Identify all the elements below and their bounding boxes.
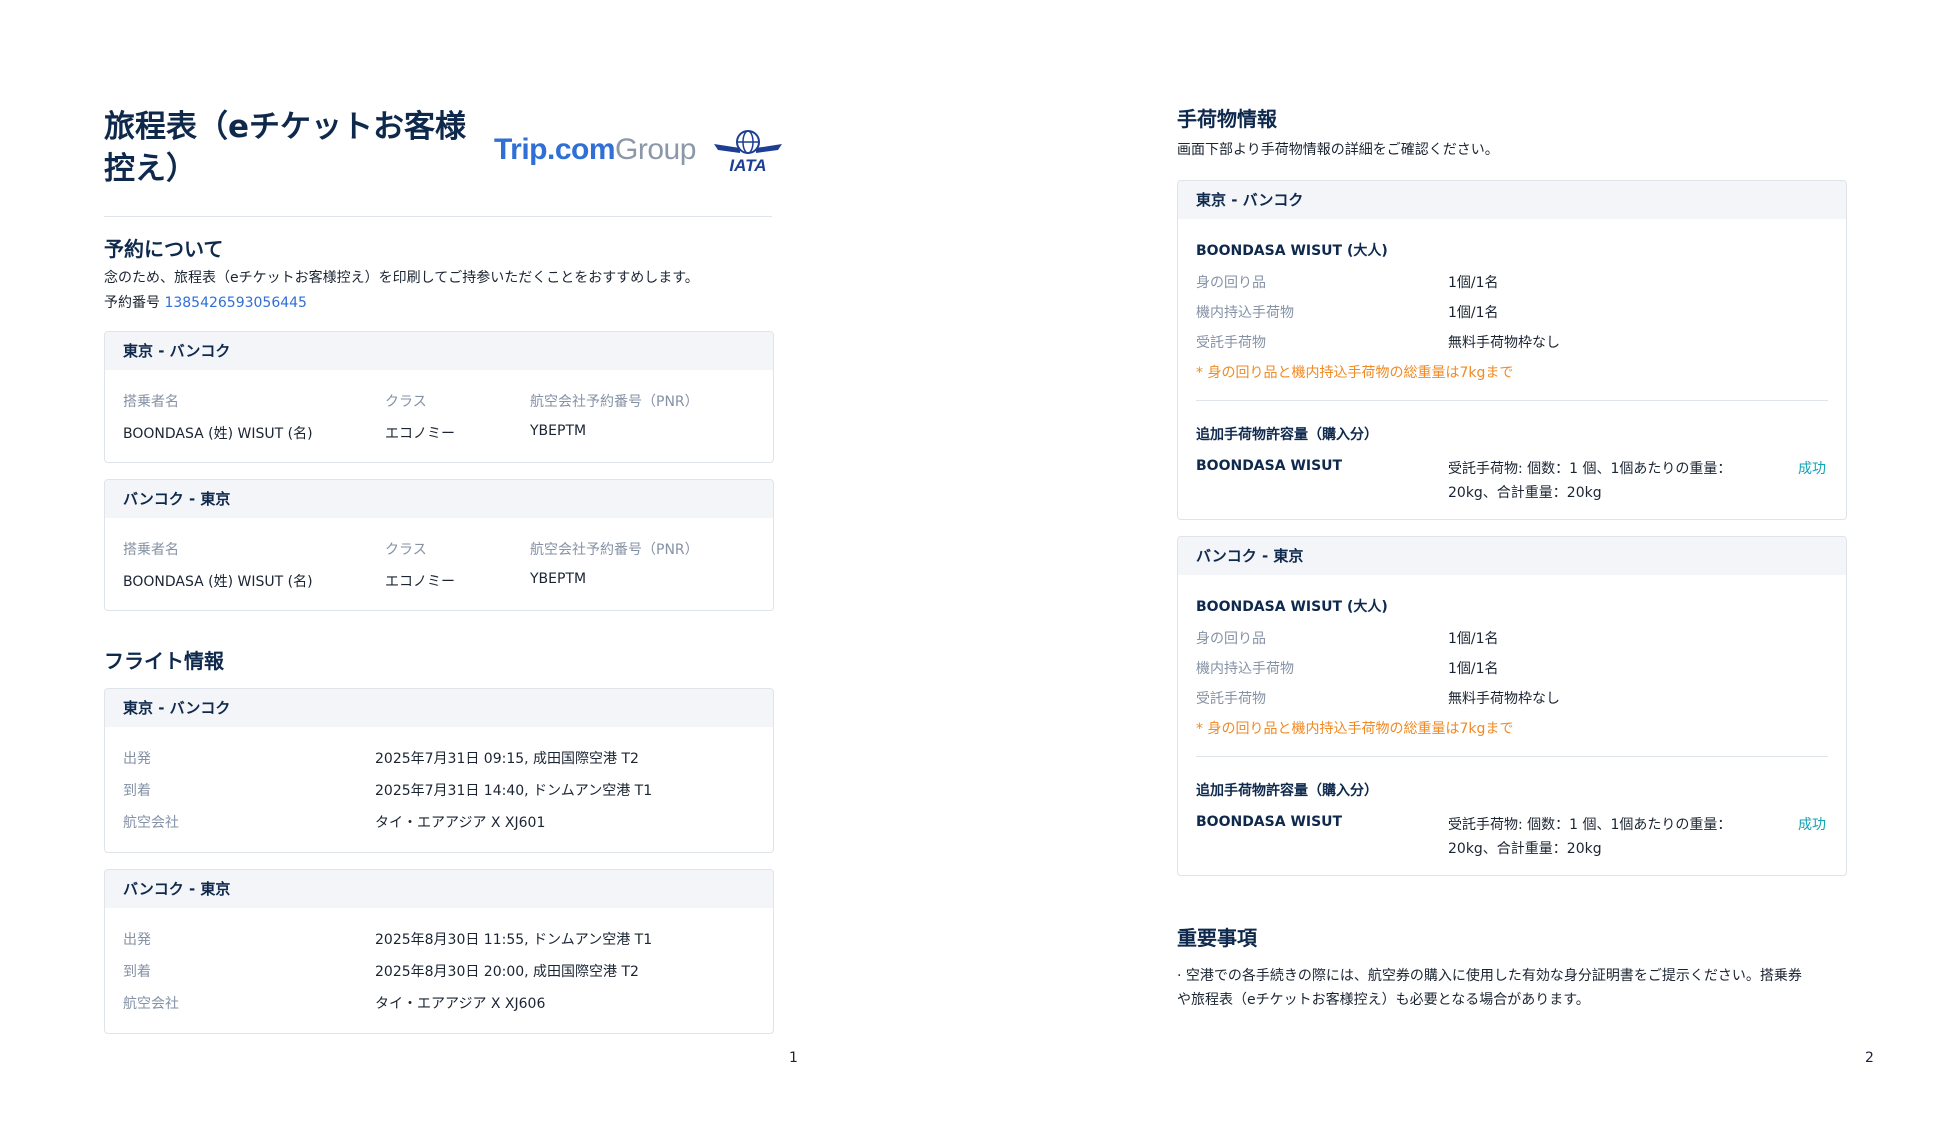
extra-baggage-passenger: BOONDASA WISUT (1196, 458, 1343, 474)
iata-logo: IATA (712, 126, 784, 174)
weight-limit-note: * 身の回り品と機内持込手荷物の総重量は7kgまで (1196, 721, 1514, 737)
extra-baggage-status: 成功 (1798, 461, 1826, 477)
extra-baggage-detail-2: 20kg、合計重量：20kg (1448, 841, 1602, 857)
baggage-passenger: BOONDASA WISUT (大人) (1196, 243, 1388, 259)
flight-section-title: フライト情報 (104, 649, 224, 673)
important-note: · 空港での各手続きの際には、航空券の購入に使用した有効な身分証明書をご提示くだ… (1177, 968, 1802, 1008)
baggage-card-return: バンコク - 東京 BOONDASA WISUT (大人) 身の回り品 1個/1… (1177, 536, 1847, 876)
baggage-card-outbound: 東京 - バンコク BOONDASA WISUT (大人) 身の回り品 1個/1… (1177, 180, 1847, 520)
pnr-label: 航空会社予約番号（PNR） (530, 542, 699, 558)
arrival-label: 到着 (123, 783, 151, 799)
extra-baggage-detail: 受託手荷物: 個数：1 個、1個あたりの重量： (1448, 461, 1732, 477)
brand-logos: Trip.comGroup IATA (494, 126, 784, 174)
checked-baggage-label: 受託手荷物 (1196, 691, 1266, 707)
extra-baggage-status: 成功 (1798, 817, 1826, 833)
class-label: クラス (385, 394, 427, 410)
extra-baggage-heading: 追加手荷物許容量（購入分） (1196, 783, 1378, 799)
flight-card-outbound: 東京 - バンコク 出発 2025年7月31日 09:15, 成田国際空港 T2… (104, 688, 774, 853)
personal-item-value: 1個/1名 (1448, 631, 1499, 647)
checked-baggage-value: 無料手荷物枠なし (1448, 335, 1560, 351)
carry-on-label: 機内持込手荷物 (1196, 305, 1294, 321)
carry-on-label: 機内持込手荷物 (1196, 661, 1294, 677)
airline-label: 航空会社 (123, 815, 179, 831)
passenger-name-label: 搭乗者名 (123, 394, 179, 410)
booking-section-title: 予約について (104, 237, 224, 261)
itinerary-page-1: 旅程表（eチケットお客様控え） Trip.comGroup IATA 予約につい… (0, 0, 967, 1125)
arrival-value: 2025年7月31日 14:40, ドンムアン空港 T1 (375, 783, 653, 799)
extra-baggage-detail-2: 20kg、合計重量：20kg (1448, 485, 1602, 501)
passenger-name-value: BOONDASA (姓) WISUT (名) (123, 574, 313, 590)
baggage-passenger: BOONDASA WISUT (大人) (1196, 599, 1388, 615)
arrival-label: 到着 (123, 964, 151, 980)
class-value: エコノミー (385, 426, 455, 442)
card-route-title: 東京 - バンコク (105, 332, 773, 370)
card-route-title: 東京 - バンコク (1178, 181, 1846, 219)
airline-label: 航空会社 (123, 996, 179, 1012)
checked-baggage-label: 受託手荷物 (1196, 335, 1266, 351)
passenger-name-label: 搭乗者名 (123, 542, 179, 558)
departure-label: 出発 (123, 751, 151, 767)
departure-value: 2025年8月30日 11:55, ドンムアン空港 T1 (375, 932, 653, 948)
airline-value: タイ・エアアジア X XJ606 (375, 996, 546, 1012)
print-note: 念のため、旅程表（eチケットお客様控え）を印刷してご持参いただくことをおすすめし… (104, 270, 699, 286)
weight-limit-note: * 身の回り品と機内持込手荷物の総重量は7kgまで (1196, 365, 1514, 381)
class-value: エコノミー (385, 574, 455, 590)
carry-on-value: 1個/1名 (1448, 305, 1499, 321)
arrival-value: 2025年8月30日 20:00, 成田国際空港 T2 (375, 964, 639, 980)
card-route-title: バンコク - 東京 (105, 480, 773, 518)
document-header: 旅程表（eチケットお客様控え） Trip.comGroup IATA (104, 106, 782, 217)
personal-item-value: 1個/1名 (1448, 275, 1499, 291)
pnr-value: YBEPTM (530, 571, 587, 587)
divider (1196, 400, 1828, 401)
class-label: クラス (385, 542, 427, 558)
card-route-title: 東京 - バンコク (105, 689, 773, 727)
checked-baggage-value: 無料手荷物枠なし (1448, 691, 1560, 707)
departure-value: 2025年7月31日 09:15, 成田国際空港 T2 (375, 751, 639, 767)
personal-item-label: 身の回り品 (1196, 275, 1266, 291)
card-route-title: バンコク - 東京 (1178, 537, 1846, 575)
trip-com-group-logo: Trip.comGroup (494, 133, 696, 166)
divider (1196, 756, 1828, 757)
page-number: 2 (1865, 1050, 1874, 1066)
pnr-value: YBEPTM (530, 423, 587, 439)
extra-baggage-passenger: BOONDASA WISUT (1196, 814, 1343, 830)
airline-value: タイ・エアアジア X XJ601 (375, 815, 546, 831)
departure-label: 出発 (123, 932, 151, 948)
card-route-title: バンコク - 東京 (105, 870, 773, 908)
page-number: 1 (789, 1050, 798, 1066)
extra-baggage-detail: 受託手荷物: 個数：1 個、1個あたりの重量： (1448, 817, 1732, 833)
passenger-card-outbound: 東京 - バンコク 搭乗者名 クラス 航空会社予約番号（PNR） BOONDAS… (104, 331, 774, 463)
important-section-title: 重要事項 (1177, 926, 1257, 950)
pnr-label: 航空会社予約番号（PNR） (530, 394, 699, 410)
baggage-note: 画面下部より手荷物情報の詳細をご確認ください。 (1177, 142, 1499, 158)
booking-number: 予約番号 1385426593056445 (104, 295, 307, 311)
booking-number-value[interactable]: 1385426593056445 (164, 295, 307, 311)
carry-on-value: 1個/1名 (1448, 661, 1499, 677)
document-title: 旅程表（eチケットお客様控え） (104, 109, 467, 187)
passenger-name-value: BOONDASA (姓) WISUT (名) (123, 426, 313, 442)
personal-item-label: 身の回り品 (1196, 631, 1266, 647)
extra-baggage-heading: 追加手荷物許容量（購入分） (1196, 427, 1378, 443)
itinerary-page-2: 手荷物情報 画面下部より手荷物情報の詳細をご確認ください。 東京 - バンコク … (967, 0, 1934, 1125)
flight-card-return: バンコク - 東京 出発 2025年8月30日 11:55, ドンムアン空港 T… (104, 869, 774, 1034)
svg-text:IATA: IATA (729, 156, 766, 174)
baggage-section-title: 手荷物情報 (1177, 107, 1277, 131)
passenger-card-return: バンコク - 東京 搭乗者名 クラス 航空会社予約番号（PNR） BOONDAS… (104, 479, 774, 611)
